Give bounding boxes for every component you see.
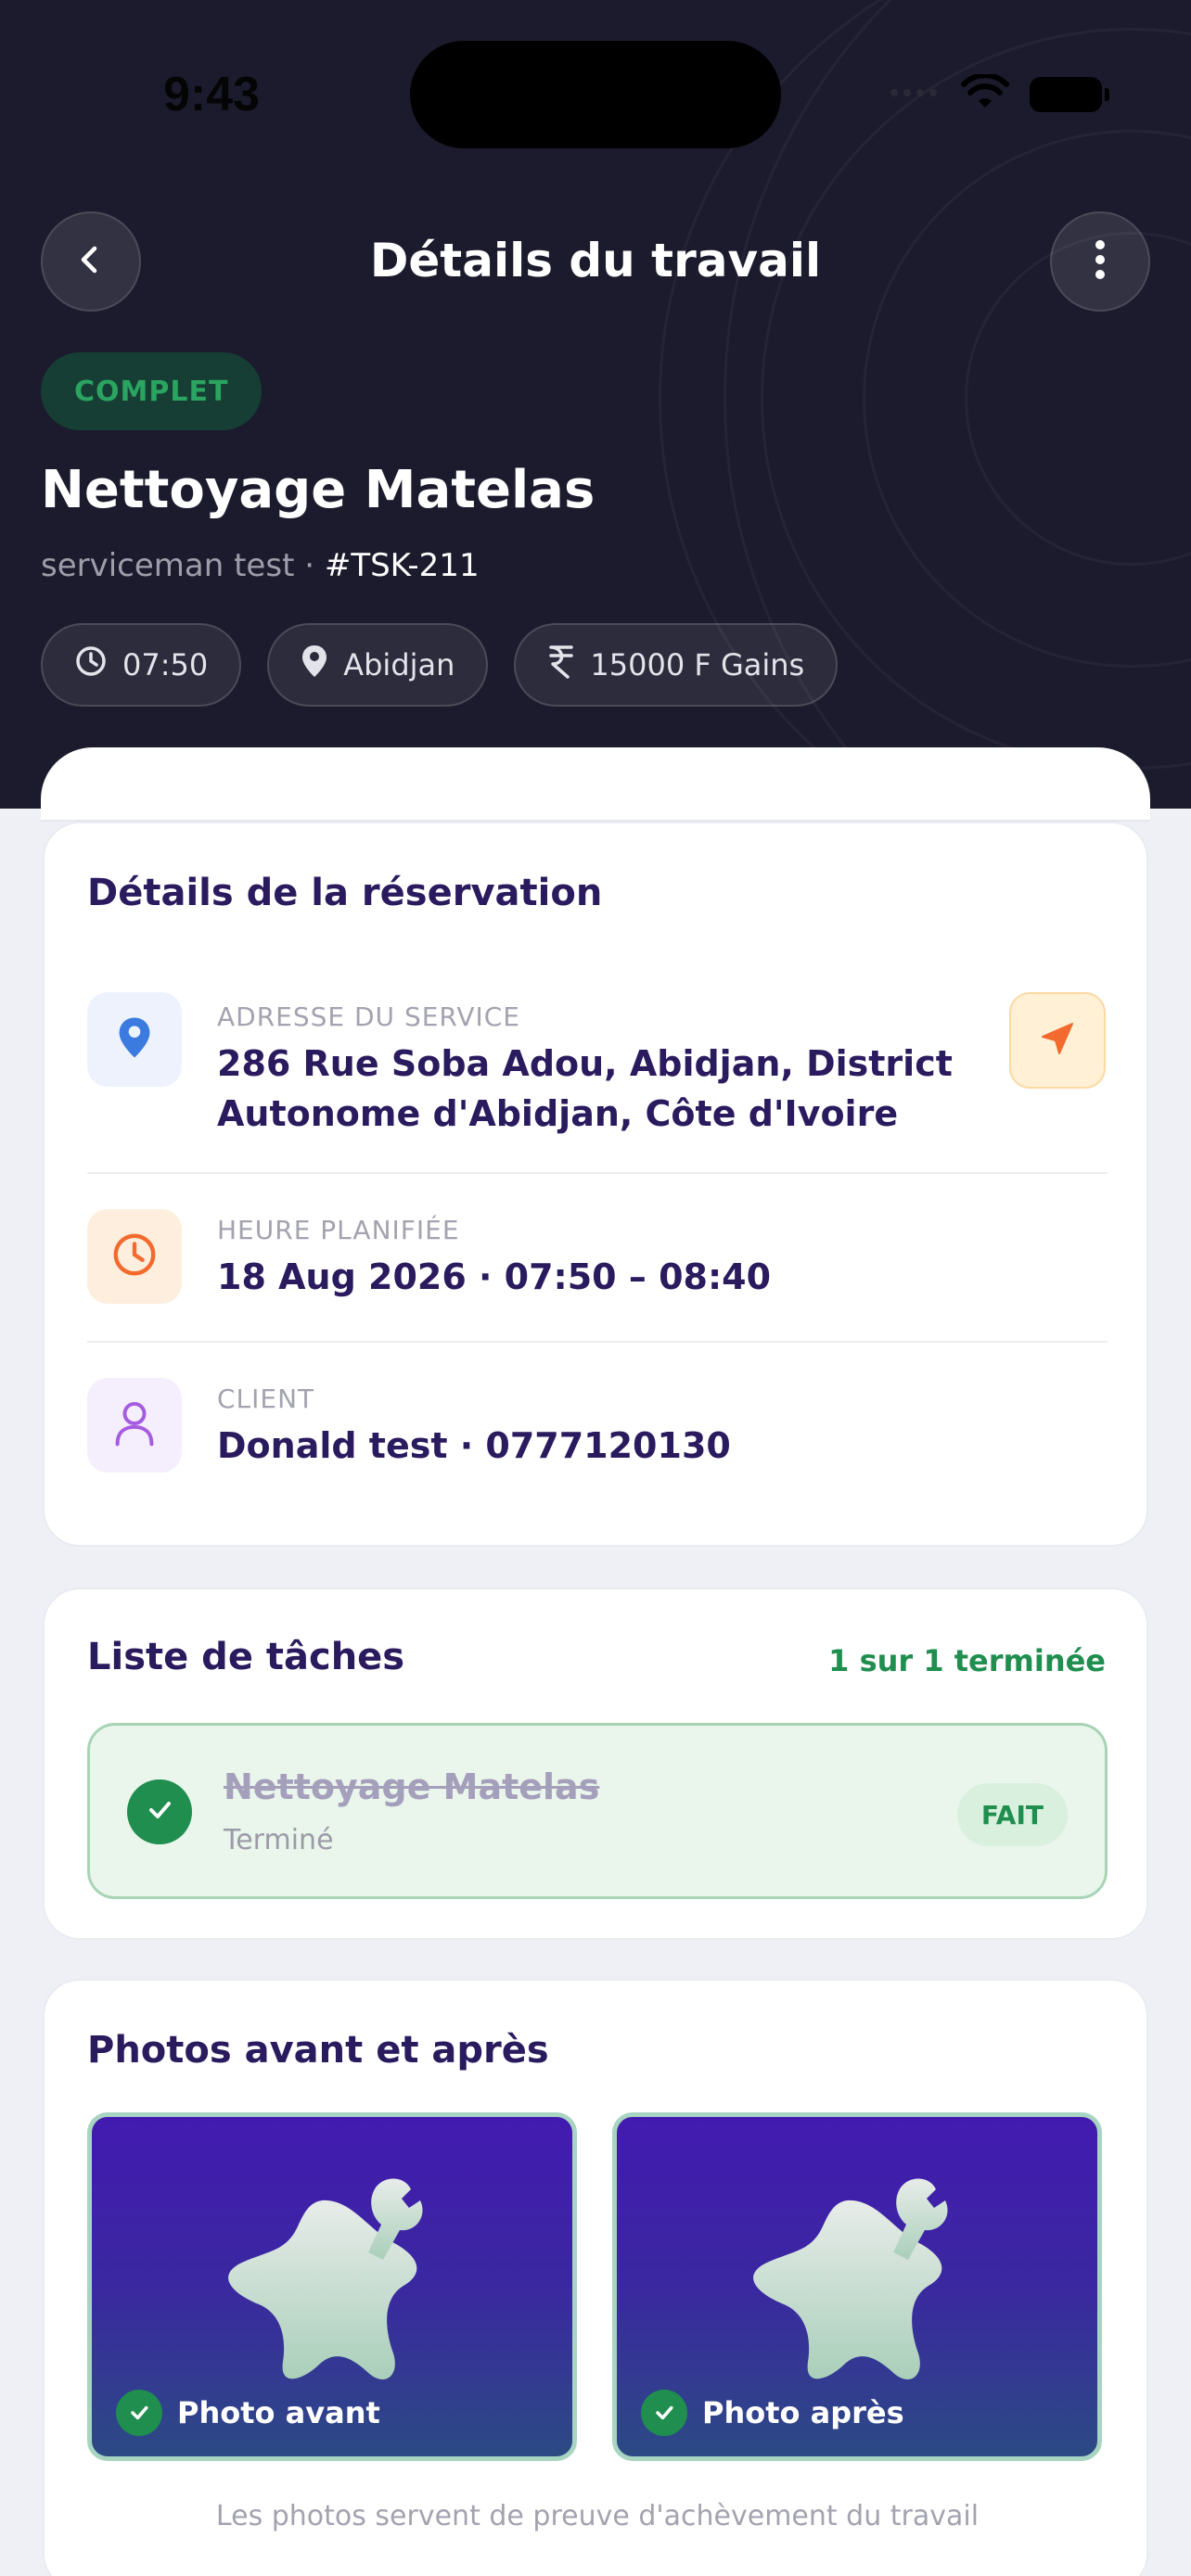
more-vertical-icon [1094, 239, 1107, 284]
separator: · [294, 547, 325, 584]
dynamic-island [410, 41, 781, 148]
booking-details-card: Détails de la réservation ADRESSE DU SER… [43, 822, 1148, 1547]
client-label: CLIENT [217, 1384, 315, 1414]
wifi-icon [961, 72, 1009, 115]
mascot-placeholder-icon [737, 2174, 979, 2401]
job-header: 9:43 Détails du travail COMPLET Nettoyag… [0, 0, 1191, 809]
photos-footnote: Les photos servent de preuve d'achèvemen… [215, 2500, 980, 2532]
schedule-value: 18 Aug 2026 · 07:50 – 08:40 [217, 1256, 772, 1297]
task-item[interactable]: Nettoyage Matelas Terminé FAIT [87, 1723, 1108, 1899]
booking-card-title: Détails de la réservation [87, 872, 603, 914]
task-checkbox[interactable] [127, 1779, 192, 1844]
map-pin-icon [301, 644, 328, 686]
after-photo-label: Photo après [702, 2395, 904, 2430]
signal-icon [889, 83, 941, 106]
task-name: Nettoyage Matelas [224, 1766, 600, 1807]
photos-card: Photos avant et après Photo avant Photo … [43, 1979, 1148, 2576]
check-icon [116, 2390, 162, 2436]
status-bar-time: 9:43 [163, 68, 261, 121]
divider [87, 1341, 1108, 1343]
earnings-chip-label: 15000 F Gains [590, 647, 805, 682]
photos-title: Photos avant et après [87, 2029, 549, 2072]
after-photo[interactable]: Photo après [612, 2112, 1102, 2461]
currency-icon [547, 644, 575, 686]
page-title: Détails du travail [369, 234, 822, 287]
task-done-badge: FAIT [956, 1783, 1068, 1846]
before-photo[interactable]: Photo avant [87, 2112, 577, 2461]
more-options-button[interactable] [1050, 211, 1150, 312]
provider-name: serviceman test [41, 547, 295, 584]
before-photo-label-group: Photo avant [116, 2390, 380, 2436]
time-chip: 07:50 [41, 623, 242, 707]
status-bar-icons [889, 72, 1109, 115]
address-label: ADRESSE DU SERVICE [217, 1001, 520, 1032]
sheet-edge [41, 747, 1150, 822]
earnings-chip: 15000 F Gains [514, 623, 839, 707]
address-row: ADRESSE DU SERVICE 286 Rue Soba Adou, Ab… [87, 992, 1108, 1159]
clock-icon [110, 1231, 159, 1282]
check-icon [143, 1793, 176, 1830]
address-line-2: Autonome d'Abidjan, Côte d'Ivoire [217, 1093, 899, 1134]
schedule-icon-box [87, 1209, 182, 1304]
client-row: CLIENT Donald test · 0777120130 [87, 1378, 1108, 1480]
user-icon [112, 1400, 157, 1450]
map-pin-icon [117, 1015, 152, 1064]
job-reference: #TSK-211 [324, 547, 480, 584]
after-photo-label-group: Photo après [641, 2390, 904, 2436]
clock-icon [74, 644, 108, 685]
job-subtitle: serviceman test · #TSK-211 [41, 547, 480, 584]
task-list-card: Liste de tâches 1 sur 1 terminée Nettoya… [43, 1588, 1148, 1940]
job-info-chips: 07:50 Abidjan 15000 F Gains [41, 623, 839, 707]
task-status: Terminé [224, 1824, 334, 1856]
navigation-arrow-icon [1037, 1018, 1078, 1063]
location-chip: Abidjan [267, 623, 489, 707]
schedule-row: HEURE PLANIFIÉE 18 Aug 2026 · 07:50 – 08… [87, 1209, 1108, 1311]
address-line-1: 286 Rue Soba Adou, Abidjan, District [217, 1043, 953, 1084]
address-icon-box [87, 992, 182, 1087]
task-list-title: Liste de tâches [87, 1636, 405, 1678]
check-icon [641, 2390, 687, 2436]
divider [87, 1172, 1108, 1174]
job-status-badge: COMPLET [41, 352, 263, 430]
before-photo-label: Photo avant [177, 2395, 380, 2430]
job-title: Nettoyage Matelas [41, 460, 596, 520]
location-chip-label: Abidjan [343, 647, 455, 682]
schedule-label: HEURE PLANIFIÉE [217, 1215, 460, 1245]
client-value: Donald test · 0777120130 [217, 1425, 731, 1466]
navigate-button[interactable] [1009, 992, 1106, 1089]
mascot-placeholder-icon [212, 2174, 454, 2401]
time-chip-label: 07:50 [122, 647, 209, 682]
task-progress: 1 sur 1 terminée [828, 1643, 1106, 1678]
battery-icon [1030, 77, 1109, 112]
client-icon-box [87, 1378, 182, 1473]
